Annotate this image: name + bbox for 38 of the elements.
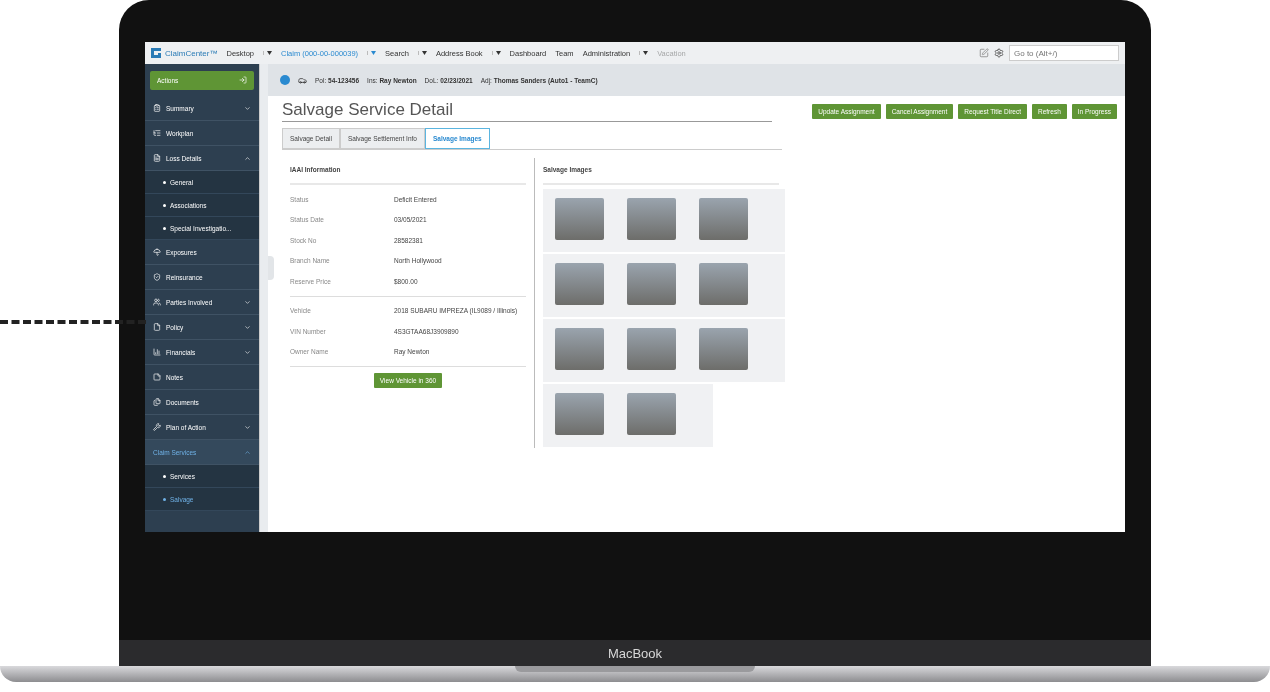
- photo-placeholder[interactable]: [627, 328, 676, 370]
- photo-placeholder[interactable]: [555, 198, 604, 240]
- settings-icon[interactable]: [994, 48, 1004, 58]
- sidebar-item-icon: [153, 323, 161, 331]
- sidebar-item-icon: [153, 273, 161, 281]
- sidebar-item-icon: [153, 348, 161, 356]
- logo-icon: [151, 48, 161, 58]
- scroll-bar[interactable]: [259, 64, 268, 532]
- sidebar-item-icon: [153, 298, 161, 306]
- dropdown-caret-icon[interactable]: [421, 51, 427, 55]
- search-field[interactable]: Go to (Alt+/): [1009, 45, 1119, 61]
- car-icon: [298, 75, 307, 85]
- dropdown-caret-icon[interactable]: [267, 51, 272, 55]
- dropdown-caret-icon[interactable]: [495, 51, 501, 55]
- photo-placeholder[interactable]: [699, 263, 748, 305]
- status-dot-icon: [280, 75, 290, 85]
- photo-placeholder[interactable]: [627, 198, 676, 240]
- photo-placeholder[interactable]: [555, 263, 604, 305]
- sidebar-item-icon: [153, 398, 161, 406]
- sidebar-item-icon: [153, 104, 161, 112]
- sidebar-item-icon: [153, 154, 161, 162]
- sidebar-item-icon: [153, 248, 161, 256]
- actions-icon: [239, 76, 247, 84]
- photo-placeholder[interactable]: [555, 328, 604, 370]
- device-label: MacBook: [607, 645, 663, 661]
- sidebar-item-icon: [153, 423, 161, 431]
- page-title: Salvage Service Detail: [282, 100, 772, 122]
- edit-icon[interactable]: [979, 48, 989, 58]
- photo-placeholder[interactable]: [627, 263, 676, 305]
- photo-placeholder[interactable]: [699, 328, 748, 370]
- dropdown-caret-icon[interactable]: [643, 51, 649, 55]
- sidebar-item-icon: [153, 129, 161, 137]
- product-logo[interactable]: ClaimCenter™: [151, 48, 218, 58]
- photo-placeholder[interactable]: [627, 393, 676, 435]
- panel-grip-handle[interactable]: [268, 256, 274, 280]
- photo-placeholder[interactable]: [699, 198, 748, 240]
- sidebar-item-icon: [153, 373, 161, 381]
- photo-placeholder[interactable]: [555, 393, 604, 435]
